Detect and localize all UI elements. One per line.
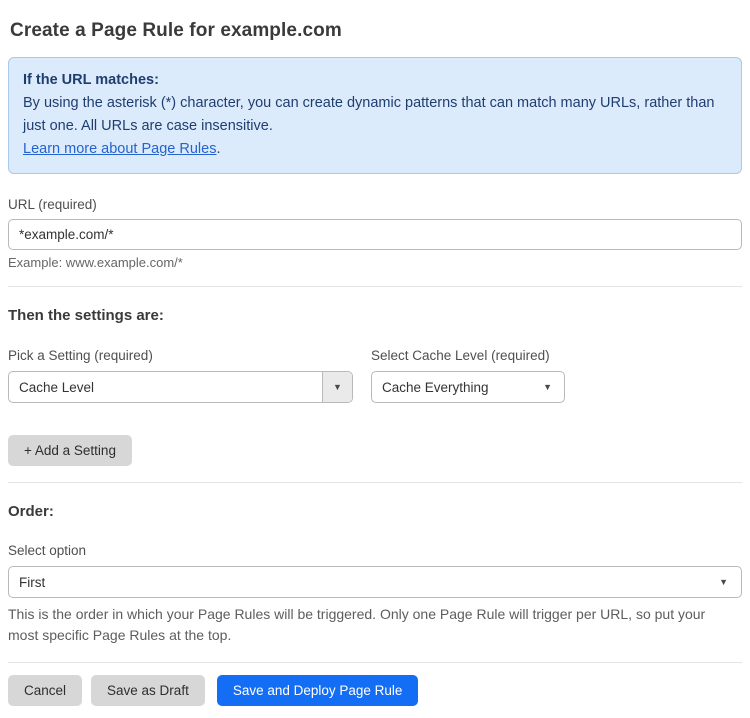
divider [8, 662, 742, 663]
cache-level-select[interactable]: Cache Everything ▼ [371, 371, 565, 403]
dropdown-arrow-box: ▼ [322, 372, 352, 402]
link-suffix: . [216, 141, 221, 157]
url-field-label: URL (required) [8, 197, 97, 212]
info-box-heading: If the URL matches: [23, 72, 159, 88]
order-select[interactable]: First ▼ [8, 566, 742, 598]
order-heading: Order: [8, 503, 54, 520]
info-box-link-line: Learn more about Page Rules. [23, 138, 727, 161]
dropdown-arrow-icon: ▼ [333, 381, 342, 392]
setting-picker-label: Pick a Setting (required) [8, 348, 153, 363]
divider [8, 482, 742, 483]
url-field-helper: Example: www.example.com/* [8, 255, 183, 270]
info-box-body: By using the asterisk (*) character, you… [23, 95, 715, 134]
settings-row: Pick a Setting (required) Cache Level ▼ … [8, 348, 742, 403]
add-setting-button[interactable]: + Add a Setting [8, 435, 132, 466]
add-setting-wrap: + Add a Setting [8, 435, 742, 466]
setting-picker-value: Cache Level [19, 379, 95, 395]
setting-picker-select[interactable]: Cache Level ▼ [8, 371, 353, 403]
page-rule-form: Create a Page Rule for example.com If th… [0, 0, 750, 718]
order-select-label: Select option [8, 543, 87, 558]
page-title: Create a Page Rule for example.com [10, 20, 342, 41]
dropdown-arrow-icon: ▼ [543, 381, 552, 392]
order-helper-text: This is the order in which your Page Rul… [8, 606, 706, 643]
divider [8, 286, 742, 287]
url-input[interactable] [8, 219, 742, 250]
cache-level-column: Select Cache Level (required) Cache Ever… [371, 348, 565, 403]
settings-heading: Then the settings are: [8, 307, 164, 324]
cache-level-value: Cache Everything [382, 379, 489, 395]
learn-more-link[interactable]: Learn more about Page Rules [23, 141, 216, 157]
order-select-value: First [19, 574, 46, 590]
url-match-info-box: If the URL matches: By using the asteris… [8, 57, 742, 174]
setting-picker-column: Pick a Setting (required) Cache Level ▼ [8, 348, 353, 403]
cache-level-label: Select Cache Level (required) [371, 348, 550, 363]
dropdown-arrow-icon: ▼ [719, 576, 728, 587]
